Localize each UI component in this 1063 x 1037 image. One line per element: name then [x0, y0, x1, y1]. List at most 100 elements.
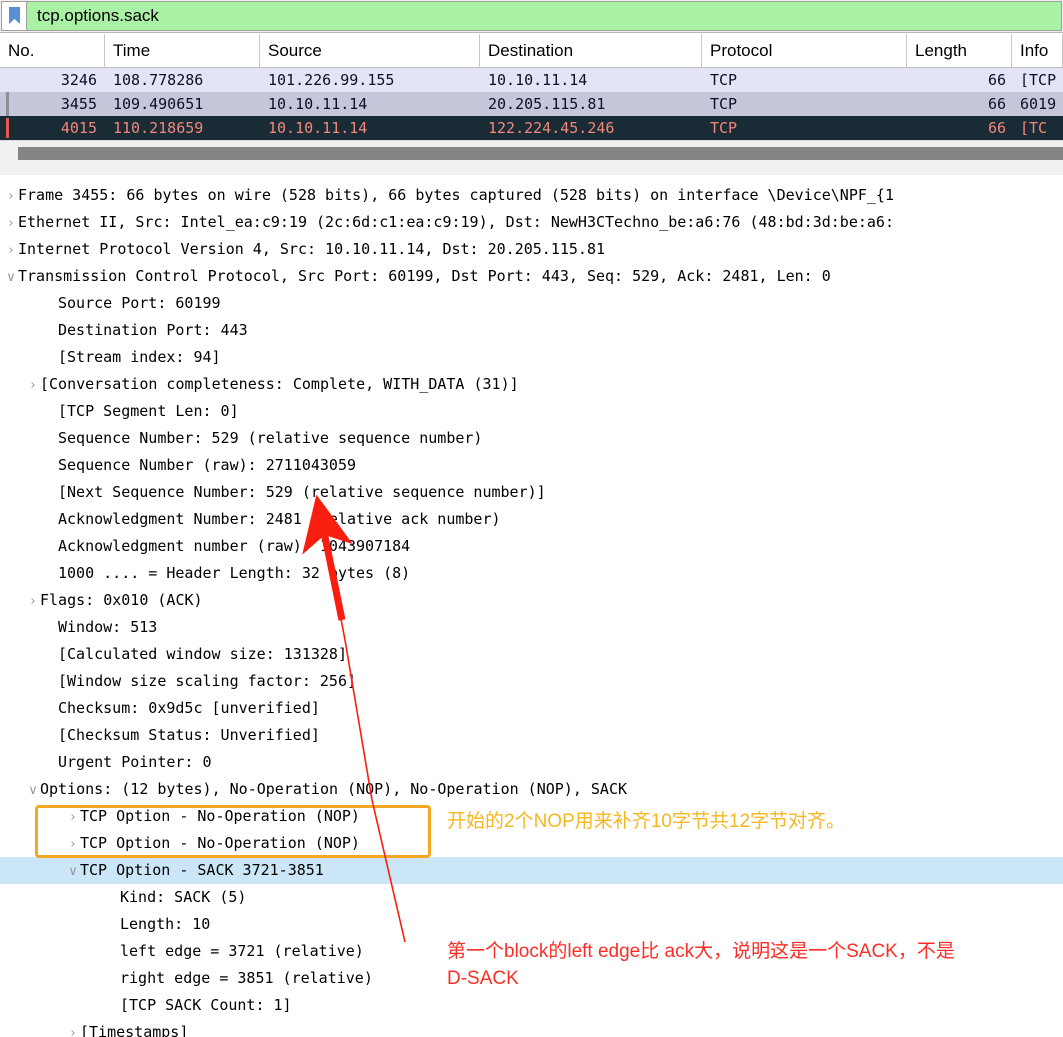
- chevron-down-icon[interactable]: ∨: [66, 858, 80, 885]
- tree-row-label: [TCP Segment Len: 0]: [58, 402, 239, 420]
- tree-row[interactable]: › [Conversation completeness: Complete, W…: [0, 371, 1063, 398]
- tree-row-label: Frame 3455: 66 bytes on wire (528 bits),…: [18, 186, 894, 204]
- tree-row[interactable]: ∨ Options: (12 bytes), No-Operation (NOP)…: [0, 776, 1063, 803]
- cell-time: 109.490651: [113, 95, 204, 113]
- column-header-protocol[interactable]: Protocol: [702, 34, 907, 67]
- tree-row[interactable]: [TCP SACK Count: 1]: [0, 992, 1063, 1019]
- tree-row[interactable]: Kind: SACK (5): [0, 884, 1063, 911]
- bookmark-glyph: [8, 7, 20, 24]
- tree-row-content: › Ethernet II, Src: Intel_ea:c9:19 (2c:6d…: [0, 209, 1063, 237]
- tree-row-content: Checksum: 0x9d5c [unverified]: [0, 695, 1063, 722]
- tree-row-content: [Calculated window size: 131328]: [0, 641, 1063, 668]
- column-header-info[interactable]: Info: [1012, 34, 1063, 67]
- table-row[interactable]: 3246 108.778286 101.226.99.155 10.10.11.…: [0, 68, 1063, 92]
- tree-row[interactable]: [Window size scaling factor: 256]: [0, 668, 1063, 695]
- tree-row-label: [Checksum Status: Unverified]: [58, 726, 320, 744]
- tree-row[interactable]: Checksum: 0x9d5c [unverified]: [0, 695, 1063, 722]
- tree-row-label: [Conversation completeness: Complete, WI…: [40, 375, 519, 393]
- tree-row-content: Destination Port: 443: [0, 317, 1063, 344]
- tree-row-content: ∨ TCP Option - SACK 3721-3851: [22, 857, 1063, 885]
- tree-row-label: Kind: SACK (5): [120, 888, 247, 906]
- tree-row[interactable]: Source Port: 60199: [0, 290, 1063, 317]
- tree-row[interactable]: Window: 513: [0, 614, 1063, 641]
- tree-row-content: ∨ Transmission Control Protocol, Src Port…: [0, 263, 1063, 291]
- cell-protocol: TCP: [710, 119, 738, 137]
- tree-row[interactable]: Sequence Number (raw): 2711043059: [0, 452, 1063, 479]
- column-header-time[interactable]: Time: [105, 34, 260, 67]
- tree-row[interactable]: › Ethernet II, Src: Intel_ea:c9:19 (2c:6d…: [0, 209, 1063, 236]
- bookmark-icon[interactable]: [1, 1, 27, 31]
- table-row[interactable]: 3455 109.490651 10.10.11.14 20.205.115.8…: [0, 92, 1063, 116]
- tree-row[interactable]: › TCP Option - No-Operation (NOP): [0, 830, 1063, 857]
- chevron-right-icon[interactable]: ›: [26, 372, 40, 399]
- tree-row[interactable]: › Frame 3455: 66 bytes on wire (528 bits)…: [0, 182, 1063, 209]
- chevron-right-icon[interactable]: ›: [4, 183, 18, 210]
- packet-list-scroll-area: [0, 140, 1063, 175]
- tree-row-content: Sequence Number: 529 (relative sequence …: [0, 425, 1063, 452]
- column-header-length[interactable]: Length: [907, 34, 1012, 67]
- cell-no: 4015: [60, 119, 97, 137]
- tree-row-content: Urgent Pointer: 0: [0, 749, 1063, 776]
- chevron-down-icon[interactable]: ∨: [26, 777, 40, 804]
- tree-row[interactable]: ∨ TCP Option - SACK 3721-3851: [0, 857, 1063, 884]
- tree-row[interactable]: Acknowledgment Number: 2481 (relative ac…: [0, 506, 1063, 533]
- packet-list: No. Time Source Destination Protocol Len…: [0, 34, 1063, 175]
- tree-row-label: [Timestamps]: [80, 1023, 189, 1037]
- tree-row[interactable]: Length: 10: [0, 911, 1063, 938]
- column-header-no[interactable]: No.: [0, 34, 105, 67]
- chevron-right-icon[interactable]: ›: [66, 804, 80, 831]
- tree-row[interactable]: › Internet Protocol Version 4, Src: 10.10…: [0, 236, 1063, 263]
- tree-row[interactable]: Acknowledgment number (raw): 1043907184: [0, 533, 1063, 560]
- chevron-right-icon[interactable]: ›: [4, 210, 18, 237]
- tree-row-content: [Checksum Status: Unverified]: [0, 722, 1063, 749]
- tree-row[interactable]: [Calculated window size: 131328]: [0, 641, 1063, 668]
- tree-row-content: Acknowledgment Number: 2481 (relative ac…: [0, 506, 1063, 533]
- cell-protocol: TCP: [710, 95, 738, 113]
- tree-row-content: [Stream index: 94]: [0, 344, 1063, 371]
- tree-row[interactable]: 1000 .... = Header Length: 32 bytes (8): [0, 560, 1063, 587]
- chevron-right-icon[interactable]: ›: [26, 588, 40, 615]
- tree-row-label: TCP Option - No-Operation (NOP): [80, 834, 360, 852]
- tree-row[interactable]: Urgent Pointer: 0: [0, 749, 1063, 776]
- tree-row-content: [Window size scaling factor: 256]: [0, 668, 1063, 695]
- packet-detail-tree[interactable]: › Frame 3455: 66 bytes on wire (528 bits)…: [0, 182, 1063, 1037]
- tree-row-content: Length: 10: [22, 911, 1063, 938]
- search-input[interactable]: tcp.options.sack: [27, 1, 1062, 31]
- tree-row[interactable]: [TCP Segment Len: 0]: [0, 398, 1063, 425]
- tree-row[interactable]: [Stream index: 94]: [0, 344, 1063, 371]
- tree-row[interactable]: Destination Port: 443: [0, 317, 1063, 344]
- column-header-destination[interactable]: Destination: [480, 34, 702, 67]
- column-header-source[interactable]: Source: [260, 34, 480, 67]
- chevron-right-icon[interactable]: ›: [66, 831, 80, 858]
- tree-row[interactable]: [Next Sequence Number: 529 (relative seq…: [0, 479, 1063, 506]
- tree-row[interactable]: [Checksum Status: Unverified]: [0, 722, 1063, 749]
- tree-row-label: Acknowledgment number (raw): 1043907184: [58, 537, 411, 555]
- tree-row[interactable]: › [Timestamps]: [0, 1019, 1063, 1037]
- tree-row-label: Length: 10: [120, 915, 211, 933]
- tree-row-label: Checksum: 0x9d5c [unverified]: [58, 699, 320, 717]
- packet-list-header: No. Time Source Destination Protocol Len…: [0, 34, 1063, 68]
- table-row[interactable]: 4015 110.218659 10.10.11.14 122.224.45.2…: [0, 116, 1063, 140]
- tree-row-label: Transmission Control Protocol, Src Port:…: [18, 267, 831, 285]
- tree-row-content: › [Conversation completeness: Complete, W…: [0, 371, 1063, 399]
- cell-time: 108.778286: [113, 71, 204, 89]
- tree-row[interactable]: › Flags: 0x010 (ACK): [0, 587, 1063, 614]
- cell-source: 10.10.11.14: [268, 119, 368, 137]
- horizontal-scrollbar[interactable]: [18, 147, 1063, 160]
- chevron-right-icon[interactable]: ›: [4, 237, 18, 264]
- tree-row-content: [TCP SACK Count: 1]: [22, 992, 1063, 1019]
- tree-row-content: › Frame 3455: 66 bytes on wire (528 bits)…: [0, 182, 1063, 210]
- tree-row[interactable]: Sequence Number: 529 (relative sequence …: [0, 425, 1063, 452]
- tree-row-label: TCP Option - SACK 3721-3851: [80, 861, 324, 879]
- tree-row-label: Ethernet II, Src: Intel_ea:c9:19 (2c:6d:…: [18, 213, 894, 231]
- tree-row[interactable]: ∨ Transmission Control Protocol, Src Port…: [0, 263, 1063, 290]
- cell-destination: 122.224.45.246: [488, 119, 615, 137]
- tree-row-content: Window: 513: [0, 614, 1063, 641]
- chevron-down-icon[interactable]: ∨: [4, 264, 18, 291]
- chevron-right-icon[interactable]: ›: [66, 1020, 80, 1037]
- tree-row-label: 1000 .... = Header Length: 32 bytes (8): [58, 564, 411, 582]
- tree-row-label: Window: 513: [58, 618, 158, 636]
- tree-row-label: [Calculated window size: 131328]: [58, 645, 347, 663]
- tree-row-label: right edge = 3851 (relative): [120, 969, 373, 987]
- tree-row-label: Flags: 0x010 (ACK): [40, 591, 203, 609]
